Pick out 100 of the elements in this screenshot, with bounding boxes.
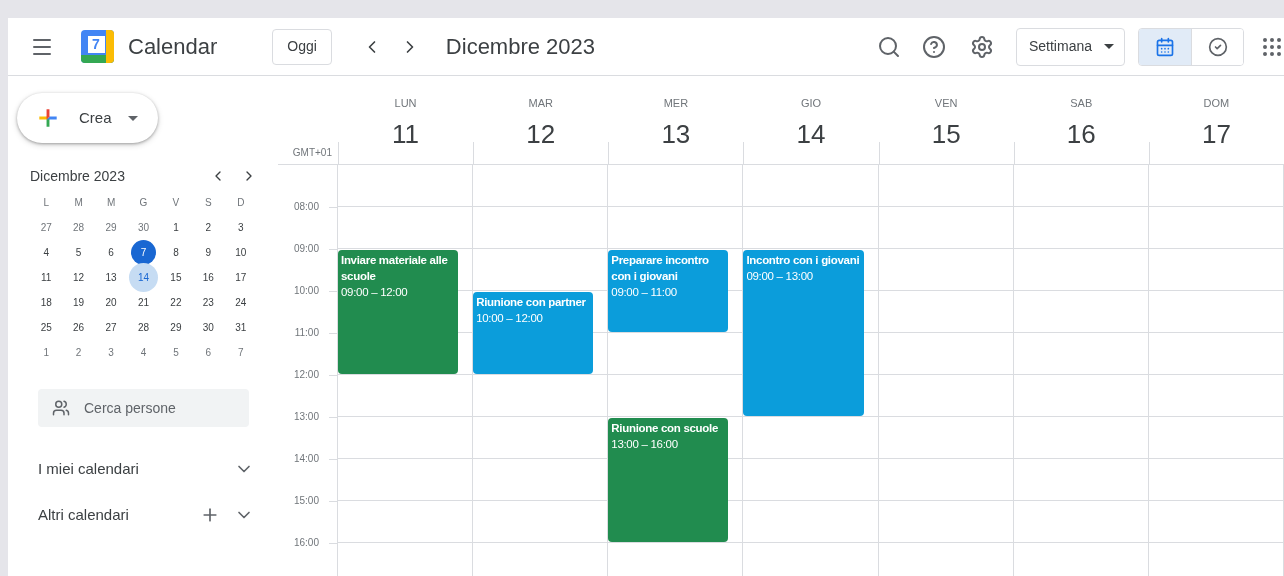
day-number[interactable]: 14 [796, 117, 826, 150]
mini-calendar-day[interactable]: 18 [33, 290, 59, 315]
calendar-event[interactable]: Inviare materiale alle scuole 09:00 – 12:00 [338, 250, 459, 374]
mini-calendar-day[interactable]: 4 [131, 340, 156, 365]
weekday-name: LUN [394, 96, 417, 111]
mini-calendar-day[interactable]: 3 [98, 340, 124, 365]
weekday-name: DOM [1203, 96, 1230, 111]
period-title: Dicembre 2023 [445, 33, 596, 61]
weekday-name: SAB [1070, 96, 1093, 111]
mini-calendar-day[interactable]: 21 [131, 290, 156, 315]
hour-label: 12:00 [293, 368, 319, 382]
day-number[interactable]: 12 [526, 117, 556, 150]
people-icon [52, 399, 70, 417]
calendar-section-label[interactable]: Altri calendari [38, 503, 129, 527]
weekday-label: L [42, 196, 50, 210]
people-search-field[interactable]: Cerca persone [38, 389, 249, 427]
hour-label: 11:00 [294, 326, 319, 340]
mini-calendar-day[interactable]: 11 [33, 265, 59, 290]
day-number[interactable]: 15 [931, 117, 961, 150]
event-title: Preparare incontro con i giovani [611, 253, 710, 284]
app-name: Calendar [128, 33, 218, 61]
hour-label: 13:00 [293, 410, 319, 424]
mini-calendar-day[interactable]: 22 [163, 290, 189, 315]
mini-calendar-day[interactable]: 5 [66, 240, 92, 265]
event-title: Incontro con i giovani [746, 253, 861, 268]
mini-calendar-day[interactable]: 26 [66, 315, 92, 340]
mini-calendar-day[interactable]: 1 [33, 340, 59, 365]
hour-label: 08:00 [293, 200, 319, 214]
today-button[interactable]: Oggi [272, 28, 332, 65]
mini-calendar-day[interactable]: 10 [228, 240, 254, 265]
create-button[interactable]: Crea [17, 93, 158, 143]
mini-calendar-day[interactable]: 20 [98, 290, 124, 315]
event-time: 13:00 – 16:00 [611, 437, 679, 452]
calendar-section-label[interactable]: I miei calendari [38, 457, 139, 481]
day-number[interactable]: 16 [1066, 117, 1096, 150]
calendar-view-button[interactable] [1139, 28, 1191, 65]
hour-label: 15:00 [293, 494, 319, 508]
weekday-label: M [105, 196, 117, 210]
mini-calendar-day[interactable]: 3 [228, 215, 254, 240]
mini-calendar-day[interactable]: 1 [163, 215, 189, 240]
mini-calendar-day[interactable]: 12 [66, 265, 92, 290]
mini-calendar-day[interactable]: 28 [66, 215, 92, 240]
day-number[interactable]: 17 [1201, 117, 1231, 150]
mini-calendar-day[interactable]: 30 [131, 215, 156, 240]
calendar-logo-icon: 7 [81, 30, 114, 63]
mini-calendar-day[interactable]: 30 [195, 315, 221, 340]
help-icon[interactable] [921, 34, 946, 59]
event-time: 09:00 – 12:00 [341, 285, 409, 300]
mini-calendar-day[interactable]: 14 [131, 265, 156, 290]
view-select[interactable]: Settimana [1015, 27, 1125, 66]
mini-calendar-day[interactable]: 31 [228, 315, 254, 340]
mini-calendar-day[interactable]: 17 [228, 265, 254, 290]
mini-calendar-day[interactable]: 6 [195, 340, 221, 365]
calendar-icon [1155, 36, 1175, 57]
mini-calendar-day[interactable]: 24 [228, 290, 254, 315]
day-number[interactable]: 13 [661, 117, 691, 150]
event-time: 09:00 – 11:00 [611, 285, 678, 300]
tasks-view-button[interactable] [1191, 28, 1243, 65]
weekday-name: MER [663, 96, 689, 111]
event-time: 10:00 – 12:00 [476, 311, 544, 326]
weekday-label: G [138, 196, 149, 210]
mini-calendar-day[interactable]: 4 [33, 240, 59, 265]
hour-label: 10:00 [293, 284, 319, 298]
weekday-label: S [204, 196, 213, 210]
mini-calendar-day[interactable]: 5 [163, 340, 189, 365]
weekday-name: VEN [934, 96, 958, 111]
mini-calendar-day[interactable]: 7 [131, 240, 156, 265]
dropdown-arrow-icon [1104, 44, 1114, 49]
mini-calendar-day[interactable]: 16 [195, 265, 221, 290]
weekday-label: M [73, 196, 84, 210]
mini-calendar-day[interactable]: 29 [163, 315, 189, 340]
event-title: Riunione con scuole [611, 421, 720, 436]
weekday-name: MAR [528, 96, 553, 111]
weekday-label: D [236, 196, 246, 210]
check-circle-icon [1207, 36, 1228, 57]
search-icon[interactable] [876, 34, 901, 59]
mini-calendar-day[interactable]: 13 [98, 265, 124, 290]
mini-calendar-day[interactable]: 23 [195, 290, 221, 315]
timezone-label: GMT+01 [292, 146, 332, 160]
mini-calendar-day[interactable]: 2 [66, 340, 92, 365]
mini-calendar-day[interactable]: 9 [195, 240, 221, 265]
hour-label: 14:00 [293, 452, 319, 466]
event-title: Inviare materiale alle scuole [341, 253, 449, 284]
mini-calendar-day[interactable]: 29 [98, 215, 124, 240]
mini-calendar-day[interactable]: 19 [66, 290, 92, 315]
mini-calendar-day[interactable]: 25 [33, 315, 59, 340]
mini-calendar-day[interactable]: 2 [195, 215, 221, 240]
mini-calendar-day[interactable]: 28 [131, 315, 156, 340]
dropdown-arrow-icon [127, 115, 138, 121]
day-number[interactable]: 11 [392, 117, 420, 150]
mini-calendar-day[interactable]: 15 [163, 265, 189, 290]
settings-icon[interactable] [969, 34, 994, 59]
mini-calendar-day[interactable]: 7 [228, 340, 254, 365]
mini-calendar-day[interactable]: 6 [98, 240, 124, 265]
mini-calendar-day[interactable]: 27 [98, 315, 124, 340]
mini-calendar-day[interactable]: 27 [33, 215, 59, 240]
mini-calendar-day[interactable]: 8 [163, 240, 189, 265]
mini-calendar-title: Dicembre 2023 [30, 166, 125, 186]
calendar-event[interactable]: Riunione con scuole 13:00 – 16:00 [608, 418, 729, 542]
weekday-name: GIO [800, 96, 822, 111]
